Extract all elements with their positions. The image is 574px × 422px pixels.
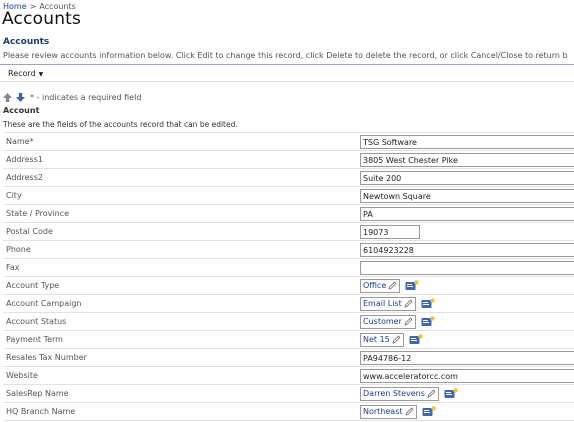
pencil-icon: [388, 281, 397, 290]
card-icon[interactable]: [405, 280, 420, 291]
toolbar: Record ▼: [0, 64, 574, 82]
salesrep-value: Darren Stevens: [363, 389, 425, 398]
website-label: Website: [3, 366, 358, 385]
phone-field[interactable]: 6104923228: [360, 242, 574, 257]
account-form: Name* TSG Software Address1 3805 West Ch…: [3, 132, 574, 421]
card-icon[interactable]: [409, 334, 423, 345]
form-row-name: Name* TSG Software: [3, 132, 574, 151]
address2-label: Address2: [3, 168, 358, 187]
form-row-state: State / Province PA: [3, 204, 574, 223]
form-row-postal: Postal Code 19073: [3, 222, 574, 241]
card-icon[interactable]: [444, 388, 458, 399]
form-row-salesrep: SalesRep Name Darren Stevens: [3, 384, 574, 403]
account-type-lookup[interactable]: Office: [360, 278, 401, 293]
card-icon[interactable]: [422, 406, 436, 417]
account-campaign-lookup[interactable]: Email List: [360, 296, 416, 311]
required-field-note: * - indicates a required field: [30, 92, 142, 102]
city-label: City: [3, 186, 358, 205]
website-field[interactable]: www.acceleratorcc.com: [360, 368, 574, 383]
card-icon[interactable]: [421, 316, 435, 327]
record-nav: * - indicates a required field: [2, 91, 141, 103]
fax-field[interactable]: [360, 260, 574, 275]
name-field[interactable]: TSG Software: [360, 134, 574, 149]
card-icon[interactable]: [421, 298, 435, 309]
form-row-address2: Address2 Suite 200: [3, 168, 574, 187]
postal-code-field[interactable]: 19073: [360, 224, 420, 239]
form-row-city: City Newtown Square: [3, 186, 574, 205]
address1-label: Address1: [3, 150, 358, 169]
salesrep-lookup[interactable]: Darren Stevens: [360, 386, 439, 401]
pencil-icon: [427, 389, 436, 398]
form-row-fax: Fax: [3, 258, 574, 277]
fax-label: Fax: [3, 258, 358, 277]
page-title: Accounts: [2, 9, 82, 29]
pencil-icon: [404, 317, 413, 326]
account-type-value: Office: [363, 281, 387, 290]
account-campaign-label: Account Campaign: [3, 294, 358, 313]
hq-branch-value: Northeast: [363, 407, 403, 416]
record-menu[interactable]: Record ▼: [8, 69, 43, 78]
hq-branch-lookup[interactable]: Northeast: [360, 404, 417, 419]
record-menu-label: Record: [8, 69, 36, 78]
pencil-icon: [404, 299, 413, 308]
section-title: Accounts: [3, 37, 50, 47]
city-field[interactable]: Newtown Square: [360, 188, 574, 203]
account-type-label: Account Type: [3, 276, 358, 295]
form-row-hq-branch: HQ Branch Name Northeast: [3, 402, 574, 421]
payment-term-label: Payment Term: [3, 330, 358, 349]
account-status-value: Customer: [363, 317, 402, 326]
account-description: These are the fields of the accounts rec…: [3, 120, 238, 129]
resales-tax-label: Resales Tax Number: [3, 348, 358, 367]
form-row-account-type: Account Type Office: [3, 276, 574, 295]
pencil-icon: [404, 407, 413, 416]
form-row-account-campaign: Account Campaign Email List: [3, 294, 574, 313]
form-row-payment-term: Payment Term Net 15: [3, 330, 574, 349]
hq-branch-label: HQ Branch Name: [3, 402, 358, 421]
payment-term-lookup[interactable]: Net 15: [360, 332, 404, 347]
postal-code-label: Postal Code: [3, 222, 358, 241]
arrow-down-icon[interactable]: [15, 92, 26, 103]
phone-label: Phone: [3, 240, 358, 259]
instructions-text: Please review accounts information below…: [3, 51, 568, 60]
name-label: Name*: [3, 132, 358, 151]
form-row-account-status: Account Status Customer: [3, 312, 574, 331]
resales-tax-field[interactable]: PA94786-12: [360, 350, 574, 365]
payment-term-value: Net 15: [363, 335, 390, 344]
form-row-address1: Address1 3805 West Chester Pike: [3, 150, 574, 169]
account-status-label: Account Status: [3, 312, 358, 331]
state-field[interactable]: PA: [360, 206, 574, 221]
address1-field[interactable]: 3805 West Chester Pike: [360, 152, 574, 167]
form-row-phone: Phone 6104923228: [3, 240, 574, 259]
account-heading: Account: [3, 106, 40, 115]
arrow-up-icon[interactable]: [2, 92, 13, 103]
address2-field[interactable]: Suite 200: [360, 170, 574, 185]
form-row-resales-tax: Resales Tax Number PA94786-12: [3, 348, 574, 367]
account-campaign-value: Email List: [363, 299, 402, 308]
pencil-icon: [392, 335, 401, 344]
state-label: State / Province: [3, 204, 358, 223]
salesrep-label: SalesRep Name: [3, 384, 358, 403]
form-row-website: Website www.acceleratorcc.com: [3, 366, 574, 385]
caret-down-icon: ▼: [38, 71, 44, 78]
account-status-lookup[interactable]: Customer: [360, 314, 416, 329]
